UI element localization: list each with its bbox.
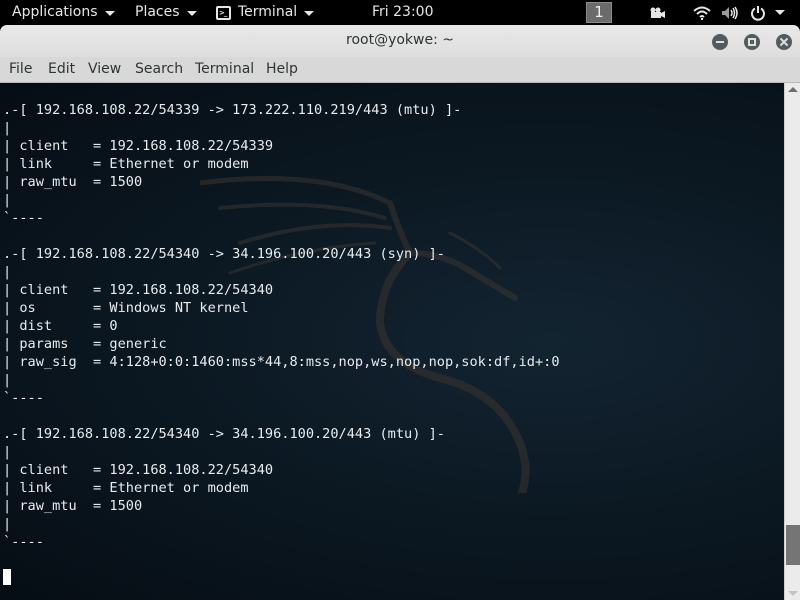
chevron-down-icon [186, 10, 197, 16]
power-icon[interactable] [749, 4, 767, 21]
video-camera-icon[interactable] [648, 4, 666, 21]
terminal-line: `---- [3, 534, 44, 550]
menu-help[interactable]: Help [266, 61, 298, 78]
system-menu-chevron-down-icon[interactable] [773, 4, 787, 21]
terminal-line: `---- [3, 210, 44, 226]
applications-label: Applications [12, 4, 98, 20]
terminal-text: .-[ 192.168.108.22/54339 -> 173.222.110.… [3, 101, 560, 551]
chevron-down-icon [304, 10, 315, 16]
terminal-output[interactable]: .-[ 192.168.108.22/54339 -> 173.222.110.… [0, 83, 784, 600]
terminal-line: | os = Windows NT kernel [3, 300, 249, 316]
menu-edit[interactable]: Edit [48, 61, 75, 78]
places-label: Places [135, 4, 180, 20]
menu-file[interactable]: File [9, 61, 32, 78]
terminal-line: .-[ 192.168.108.22/54339 -> 173.222.110.… [3, 102, 462, 118]
terminal-app-menu[interactable]: Terminal [216, 3, 315, 23]
terminal-line: | params = generic [3, 336, 167, 352]
text-cursor [3, 569, 11, 585]
volume-icon[interactable] [720, 4, 740, 21]
terminal-line: `---- [3, 390, 44, 406]
places-menu[interactable]: Places [135, 3, 197, 22]
terminal-line: .-[ 192.168.108.22/54340 -> 34.196.100.2… [3, 246, 445, 262]
title-bar[interactable]: root@yokwe: ~ [0, 25, 800, 57]
terminal-line: | raw_sig = 4:128+0:0:1460:mss*44,8:mss,… [3, 354, 560, 370]
top-panel: Applications Places Terminal Fri 23:00 1 [0, 0, 800, 25]
terminal-line: | client = 192.168.108.22/54340 [3, 282, 274, 298]
terminal-icon [216, 4, 231, 23]
scrollbar-thumb[interactable] [786, 525, 800, 566]
menu-search[interactable]: Search [135, 61, 183, 78]
menu-bar: File Edit View Search Terminal Help [0, 57, 800, 82]
close-button[interactable] [776, 34, 792, 50]
terminal-line: | client = 192.168.108.22/54339 [3, 138, 274, 154]
terminal-line: | [3, 264, 12, 280]
menu-terminal[interactable]: Terminal [195, 61, 254, 78]
terminal-line: | dist = 0 [3, 318, 118, 334]
terminal-line: | raw_mtu = 1500 [3, 498, 143, 514]
clock[interactable]: Fri 23:00 [372, 3, 433, 22]
terminal-line: | client = 192.168.108.22/54340 [3, 462, 274, 478]
clock-label: Fri 23:00 [372, 4, 434, 20]
terminal-app-label: Terminal [238, 4, 298, 20]
terminal-line: | link = Ethernet or modem [3, 480, 249, 496]
terminal-window: root@yokwe: ~ File Edit View Search Term… [0, 25, 800, 600]
terminal-line: | raw_mtu = 1500 [3, 174, 143, 190]
terminal-line: | [3, 516, 12, 532]
menu-view[interactable]: View [88, 61, 121, 78]
scroll-down-arrow-icon[interactable] [788, 591, 798, 596]
vertical-scrollbar[interactable] [784, 83, 800, 600]
terminal-line: | link = Ethernet or modem [3, 156, 249, 172]
wifi-icon[interactable] [692, 4, 712, 21]
terminal-line: | [3, 444, 12, 460]
window-title: root@yokwe: ~ [346, 32, 454, 48]
terminal-line: .-[ 192.168.108.22/54340 -> 34.196.100.2… [3, 426, 445, 442]
chevron-down-icon [104, 10, 115, 16]
applications-menu[interactable]: Applications [12, 3, 115, 22]
terminal-line: | [3, 192, 12, 208]
terminal-line: | [3, 120, 12, 136]
workspace-indicator[interactable]: 1 [586, 2, 612, 23]
minimize-button[interactable] [712, 34, 728, 50]
maximize-button[interactable] [744, 34, 760, 50]
terminal-line: | [3, 372, 12, 388]
scroll-up-arrow-icon[interactable] [788, 87, 798, 92]
